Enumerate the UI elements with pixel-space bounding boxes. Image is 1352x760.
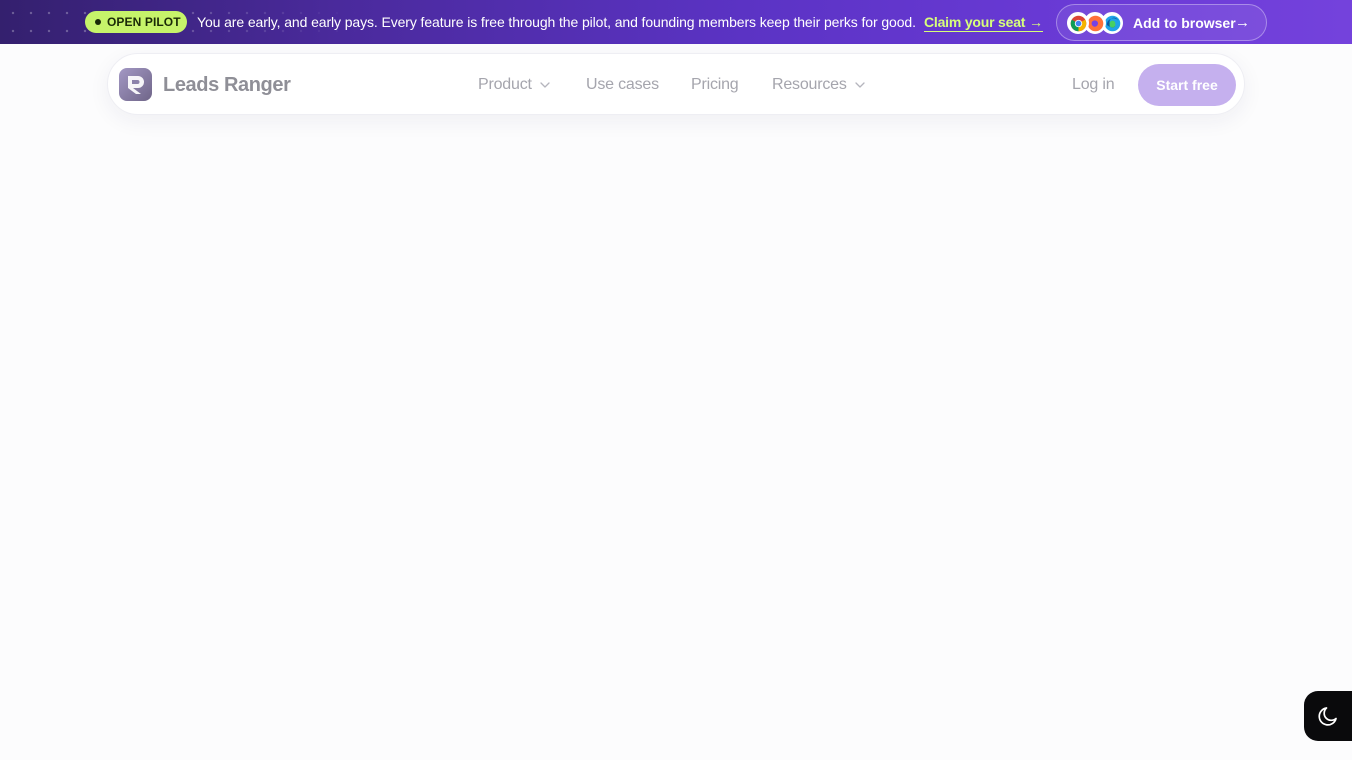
chevron-down-icon bbox=[540, 82, 550, 88]
badge-label: OPEN PILOT bbox=[107, 15, 181, 29]
browser-icons bbox=[1067, 12, 1123, 34]
leads-ranger-logo-icon[interactable] bbox=[119, 68, 152, 101]
chrome-icon bbox=[1067, 12, 1089, 34]
brand-name[interactable]: Leads Ranger bbox=[163, 74, 291, 97]
claim-seat-link[interactable]: Claim your seat → bbox=[924, 14, 1043, 32]
announcement-bar: OPEN PILOT You are early, and early pays… bbox=[0, 0, 1352, 44]
add-to-browser-button[interactable]: Add to browser → bbox=[1056, 4, 1267, 41]
chevron-down-icon bbox=[855, 82, 865, 88]
add-to-browser-label: Add to browser bbox=[1133, 15, 1236, 31]
moon-icon bbox=[1318, 707, 1337, 726]
nav-item-resources[interactable]: Resources bbox=[772, 76, 866, 94]
nav-item-label: Product bbox=[478, 76, 532, 93]
nav-item-label: Use cases bbox=[586, 76, 659, 93]
nav-item-pricing[interactable]: Pricing bbox=[691, 76, 739, 94]
arrow-right-icon: → bbox=[1235, 14, 1250, 31]
start-free-button[interactable]: Start free bbox=[1138, 64, 1236, 106]
nav-item-use-cases[interactable]: Use cases bbox=[586, 76, 659, 94]
theme-toggle-button[interactable] bbox=[1304, 691, 1352, 741]
nav-item-label: Pricing bbox=[691, 76, 739, 93]
nav-item-product[interactable]: Product bbox=[478, 76, 551, 94]
badge-dot-icon bbox=[95, 19, 101, 25]
login-link[interactable]: Log in bbox=[1072, 76, 1115, 94]
open-pilot-badge: OPEN PILOT bbox=[85, 11, 187, 33]
announcement-message: You are early, and early pays. Every fea… bbox=[197, 14, 916, 30]
nav-item-label: Resources bbox=[772, 76, 847, 93]
main-nav: Leads Ranger Product Use cases Pricing R… bbox=[107, 53, 1245, 115]
